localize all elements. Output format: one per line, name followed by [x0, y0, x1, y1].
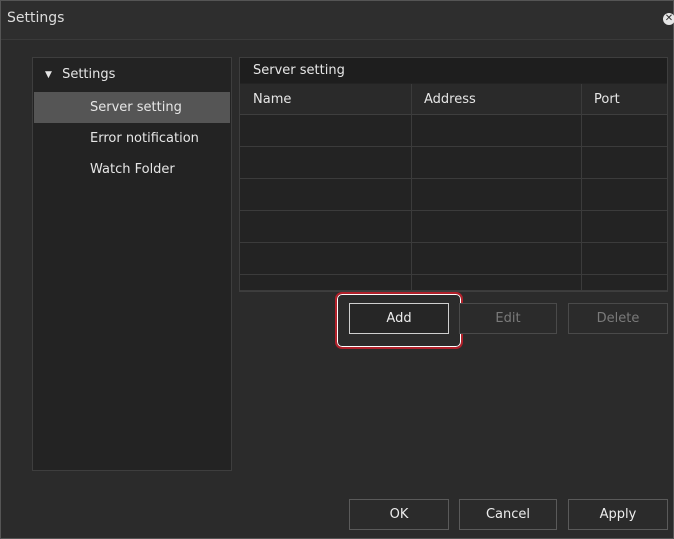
server-setting-panel: Server setting Name Address Port	[239, 57, 668, 292]
window-title: Settings	[7, 10, 65, 26]
tree-item-server-setting[interactable]: Server setting	[34, 92, 230, 123]
settings-window: Settings ✕ ▼ Settings Server setting Err…	[0, 0, 674, 539]
tree-item-watch-folder[interactable]: Watch Folder	[34, 154, 230, 185]
apply-button[interactable]: Apply	[568, 499, 668, 530]
panel-title: Server setting	[240, 58, 667, 83]
expand-caret-icon[interactable]: ▼	[45, 70, 52, 80]
tree-root[interactable]: ▼ Settings	[45, 67, 115, 82]
table-row[interactable]	[240, 179, 667, 211]
table-row[interactable]	[240, 211, 667, 243]
edit-button[interactable]: Edit	[459, 303, 557, 334]
ok-button[interactable]: OK	[349, 499, 449, 530]
tree-item-error-notification[interactable]: Error notification	[34, 123, 230, 154]
column-header-port[interactable]: Port	[581, 84, 667, 115]
add-button[interactable]: Add	[349, 303, 449, 334]
table-row[interactable]	[240, 147, 667, 179]
cancel-button[interactable]: Cancel	[459, 499, 557, 530]
table-row[interactable]	[240, 243, 667, 275]
close-icon[interactable]: ✕	[663, 13, 674, 25]
table-header: Name Address Port	[240, 84, 667, 115]
title-bar: Settings ✕	[1, 1, 674, 40]
column-header-address[interactable]: Address	[411, 84, 581, 115]
table-row[interactable]	[240, 115, 667, 147]
settings-tree: ▼ Settings Server setting Error notifica…	[32, 57, 232, 471]
tree-root-label: Settings	[62, 67, 116, 82]
table-row[interactable]	[240, 275, 667, 291]
column-divider	[411, 84, 412, 291]
delete-button[interactable]: Delete	[568, 303, 668, 334]
column-divider	[581, 84, 582, 291]
column-header-name[interactable]: Name	[240, 84, 411, 115]
